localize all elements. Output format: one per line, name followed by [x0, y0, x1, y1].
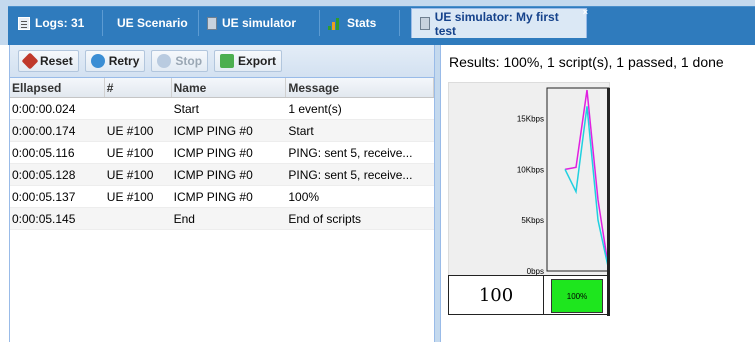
count-readout: 100 — [448, 275, 544, 315]
tab-label: UE simulator: My first test — [434, 9, 559, 38]
cell-name: End — [173, 212, 195, 226]
reset-button[interactable]: Reset — [18, 50, 79, 72]
cell-number — [105, 208, 172, 229]
column-header-message[interactable]: Message — [286, 78, 434, 97]
tab-label: Stats — [347, 16, 377, 30]
cell-message: PING: sent 5, receive... — [288, 168, 413, 182]
cell-number — [105, 98, 172, 119]
splitter[interactable] — [434, 45, 441, 342]
y-tick-label: 5Kbps — [521, 216, 544, 225]
export-button[interactable]: Export — [214, 50, 283, 72]
series-line-1 — [564, 106, 610, 272]
chart-cursor-line — [607, 88, 610, 316]
stop-label: Stop — [175, 54, 203, 68]
cell-ellapsed: 0:00:00.024 — [12, 102, 76, 116]
export-icon — [220, 54, 235, 68]
column-header-number[interactable]: # — [105, 78, 172, 97]
tab-ue-simulator[interactable]: UE simulator — [199, 10, 320, 36]
export-label: Export — [238, 54, 277, 68]
tab-bar: Logs: 31 UE Scenario UE simulator Stats … — [0, 0, 755, 45]
table-row[interactable]: 0:00:05.145 End End of scripts — [10, 208, 434, 230]
cell-number: UE #100 — [106, 168, 154, 182]
bar-chart-icon — [328, 17, 342, 30]
tab-stats[interactable]: Stats — [320, 10, 400, 36]
y-tick-label: 10Kbps — [517, 165, 544, 174]
cell-number: UE #100 — [106, 124, 154, 138]
log-icon — [18, 16, 30, 30]
close-icon[interactable]: × — [583, 7, 588, 17]
cell-message: PING: sent 5, receive... — [288, 146, 413, 160]
y-tick-label: 15Kbps — [517, 115, 544, 124]
toolbar: Reset Retry Stop Export — [10, 45, 434, 78]
refresh-icon — [90, 54, 105, 68]
cell-message: End of scripts — [288, 212, 362, 226]
grid-header: Ellapsed # Name Message — [10, 78, 434, 98]
table-row[interactable]: 0:00:05.116 UE #100 ICMP PING #0 PING: s… — [10, 142, 434, 164]
cell-ellapsed: 0:00:05.116 — [12, 146, 75, 160]
tab-label: UE Scenario — [117, 16, 188, 30]
results-summary: Results: 100%, 1 script(s), 1 passed, 1 … — [449, 54, 724, 70]
column-header-name[interactable]: Name — [172, 78, 287, 97]
table-row[interactable]: 0:00:05.137 UE #100 ICMP PING #0 100% — [10, 186, 434, 208]
scissors-icon — [21, 52, 39, 70]
retry-label: Retry — [108, 54, 140, 68]
progress-bar: 100% — [551, 279, 603, 313]
column-header-ellapsed[interactable]: Ellapsed — [10, 78, 105, 97]
stop-button[interactable]: Stop — [151, 50, 209, 72]
cell-message: 1 event(s) — [288, 102, 342, 116]
cell-message: 100% — [288, 190, 320, 204]
cell-name: ICMP PING #0 — [173, 124, 253, 138]
cell-name: ICMP PING #0 — [173, 168, 253, 182]
cell-number: UE #100 — [106, 146, 154, 160]
cell-ellapsed: 0:00:05.128 — [12, 168, 76, 182]
stop-icon — [157, 54, 172, 68]
table-row[interactable]: 0:00:00.024 Start 1 event(s) — [10, 98, 434, 120]
cell-name: ICMP PING #0 — [173, 190, 253, 204]
tab-ue-simulator-my-first-test[interactable]: UE simulator: My first test × — [411, 7, 588, 38]
results-panel: Results: 100%, 1 script(s), 1 passed, 1 … — [441, 45, 755, 342]
tab-label: UE simulator — [222, 16, 297, 30]
tab-label: Logs: 31 — [35, 16, 85, 30]
cell-name: Start — [173, 102, 199, 116]
cell-ellapsed: 0:00:05.137 — [12, 190, 76, 204]
table-row[interactable]: 0:00:05.128 UE #100 ICMP PING #0 PING: s… — [10, 164, 434, 186]
log-panel: Reset Retry Stop Export Ellapsed # Name … — [9, 45, 434, 342]
cell-number: UE #100 — [106, 190, 154, 204]
calculator-icon — [420, 17, 430, 30]
table-row[interactable]: 0:00:00.174 UE #100 ICMP PING #0 Start — [10, 120, 434, 142]
cell-message: Start — [288, 124, 314, 138]
tab-logs[interactable]: Logs: 31 — [10, 10, 103, 36]
cell-ellapsed: 0:00:05.145 — [12, 212, 76, 226]
grid-body: 0:00:00.024 Start 1 event(s) 0:00:00.174… — [10, 98, 434, 230]
calculator-icon — [207, 16, 217, 30]
retry-button[interactable]: Retry — [84, 50, 146, 72]
progress-cell: 100% — [544, 275, 610, 315]
reset-label: Reset — [40, 54, 73, 68]
cell-name: ICMP PING #0 — [173, 146, 253, 160]
cell-ellapsed: 0:00:00.174 — [12, 124, 76, 138]
tab-ue-scenario[interactable]: UE Scenario — [103, 10, 199, 36]
